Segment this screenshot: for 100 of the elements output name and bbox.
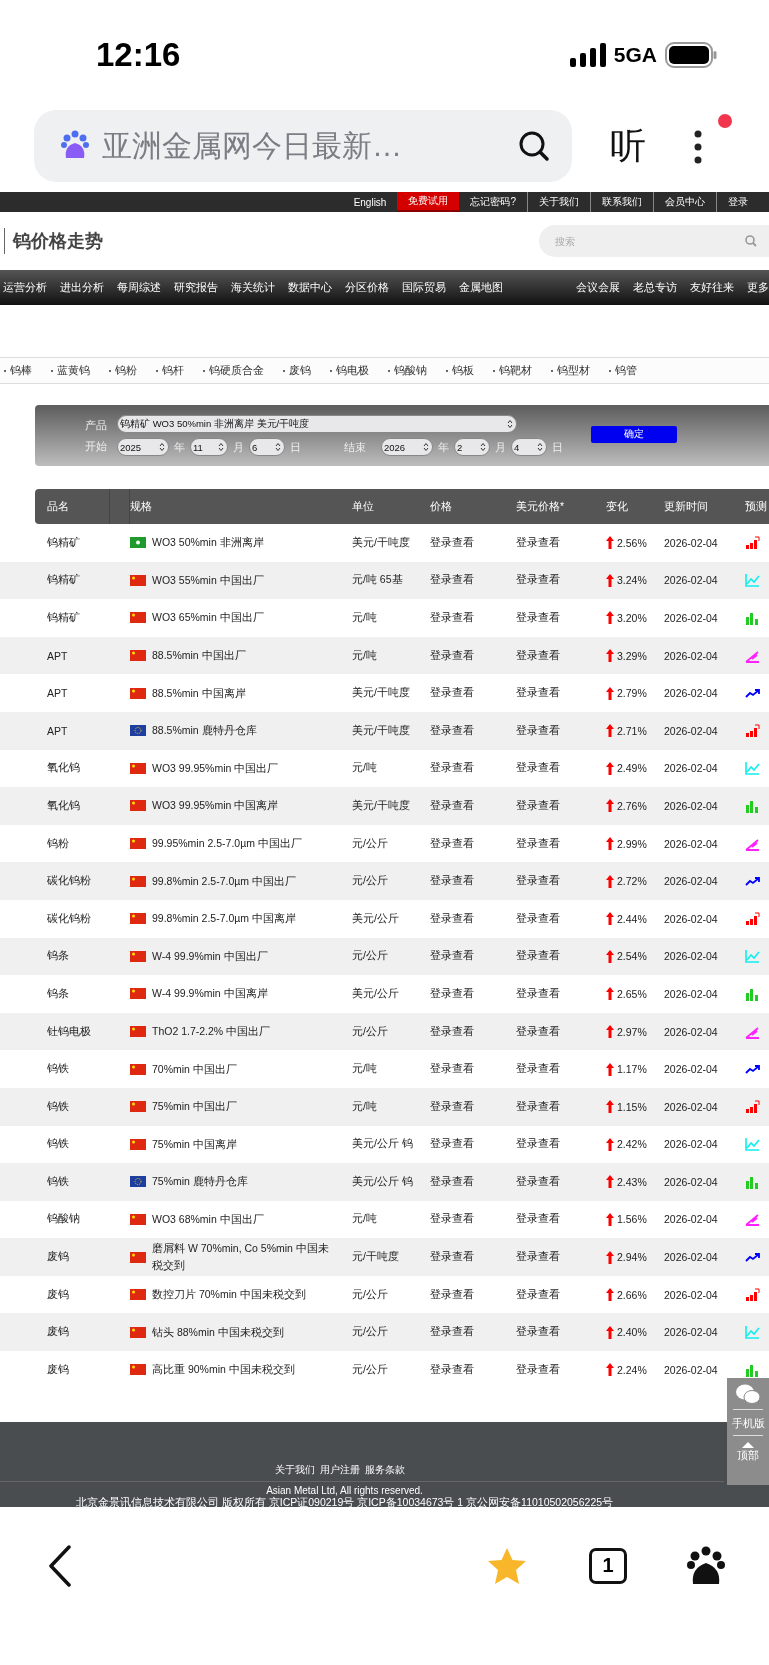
nav-link[interactable]: 友好往来 [690,280,734,295]
footer-link[interactable]: 用户注册 [319,1462,360,1477]
product-select[interactable]: 钨精矿 WO3 50%min 非洲离岸 美元/干吨度 [117,415,517,433]
category-link[interactable]: 钨管 [615,363,637,378]
ruler-icon[interactable] [745,1024,760,1039]
table-cell-text: 登录查看 [430,535,475,550]
table-cell: 2.49% [617,762,647,775]
up-arrow-icon [606,1137,614,1151]
footer-link[interactable]: 服务条款 [364,1462,405,1477]
nav-link[interactable]: 海关统计 [231,280,275,295]
nav-link[interactable]: 运营分析 [3,280,47,295]
top-link[interactable]: 会员中心 [654,192,717,212]
table-cell-text: 登录查看 [430,798,475,813]
category-link[interactable]: 钨型材 [557,363,590,378]
category-link[interactable]: 钨电极 [336,363,369,378]
nav-link[interactable]: 国际贸易 [402,280,446,295]
category-link[interactable]: 钨杆 [162,363,184,378]
table-cell-text: 登录查看 [430,1325,475,1340]
top-link[interactable]: English [342,192,398,212]
ruler-icon[interactable] [745,648,760,663]
date-select[interactable]: 4 [511,438,547,456]
up-caret-icon [742,1442,754,1448]
bar-chart-icon[interactable] [745,1362,760,1377]
up-arrow-icon [606,1100,614,1114]
table-cell-text: APT [46,724,69,737]
table-cell-text: 氧化钨 [46,798,81,813]
bar-chart-icon[interactable] [745,798,760,813]
ruler-icon[interactable] [745,1212,760,1227]
nav-link[interactable]: 金属地图 [459,280,503,295]
table-cell-text: 元/吨 [352,1062,378,1077]
table-cell-text: 数控刀片 70%min 中国未税交到 [152,1287,306,1303]
tabs-button[interactable]: 1 [589,1547,627,1584]
nav-link[interactable]: 更多 [747,280,769,295]
bar-chart-icon[interactable] [745,986,760,1001]
date-select[interactable]: 2 [454,438,490,456]
bar-chart-icon[interactable] [745,1287,760,1302]
column-header: 预测 [745,498,768,514]
table-cell-text: 70%min 中国出厂 [152,1061,237,1077]
top-link[interactable]: 联系我们 [591,192,654,212]
chat-icon[interactable] [735,1383,761,1405]
bar-chart-icon[interactable] [745,1174,760,1189]
nav-link[interactable]: 进出分析 [60,280,104,295]
copyright-text: Asian Metal Ltd, All rights reserved. [266,1484,423,1496]
table-cell-text: 登录查看 [430,723,475,738]
star-icon[interactable] [487,1546,527,1585]
category-link[interactable]: 钨棒 [10,363,32,378]
category-link[interactable]: 钨酸钠 [394,363,427,378]
top-link[interactable]: 关于我们 [528,192,591,212]
category-link[interactable]: 废钨 [289,363,311,378]
search-field[interactable]: 搜索 [539,225,769,257]
table-cell-text: 高比重 90%min 中国未税交到 [152,1362,295,1378]
table-cell-text: W-4 99.9%min 中国出厂 [152,948,268,964]
nav-link[interactable]: 老总专访 [633,280,677,295]
date-select[interactable]: 6 [249,438,285,456]
date-select[interactable]: 2026 [381,438,433,456]
category-link[interactable]: 钨硬质合金 [209,363,264,378]
nav-link[interactable]: 研究报告 [174,280,218,295]
table-cell-text: 元/吨 [352,648,378,663]
table-cell-text: APT [46,649,69,662]
table-cell-text: 登录查看 [430,874,475,889]
nav-link[interactable]: 分区价格 [345,280,389,295]
bar-chart-icon[interactable] [745,1099,760,1114]
footer-link[interactable]: 关于我们 [274,1462,315,1477]
table-cell-text: 2026-02-04 [664,837,719,850]
back-icon[interactable] [48,1544,72,1587]
category-link[interactable]: 钨靶材 [499,363,532,378]
table-cell-text: WO3 55%min 中国出厂 [152,572,264,588]
table-cell-text: 登录查看 [430,1137,475,1152]
table-cell-text: 2026-02-04 [664,762,719,775]
bar-chart-icon[interactable] [745,535,760,550]
date-select[interactable]: 2025 [117,438,169,456]
table-cell-text: 2026-02-04 [664,1100,719,1113]
up-arrow-icon [606,949,614,963]
table-cell-text: 登录查看 [430,573,475,588]
table-cell: 3.20% [617,612,647,624]
up-arrow-icon [606,912,614,926]
top-link[interactable]: 免费试用 [397,192,460,212]
category-link[interactable]: 钨板 [452,363,474,378]
page-title: 钨价格走势 [4,228,103,254]
table-cell-text: 元/公斤 [352,949,389,964]
nav-link[interactable]: 每周综述 [117,280,161,295]
nav-link[interactable]: 会议会展 [576,280,620,295]
search-icon[interactable] [518,130,550,162]
nav-link[interactable]: 数据中心 [288,280,332,295]
top-link[interactable]: 登录 [717,192,759,212]
column-header: 更新时间 [664,498,709,514]
bar-chart-icon[interactable] [745,723,760,738]
date-select[interactable]: 11 [190,438,228,456]
address-bar[interactable]: 亚洲金属网今日最新… [34,110,572,182]
category-link[interactable]: 钨粉 [115,363,137,378]
category-link[interactable]: 蓝黄钨 [57,363,90,378]
table-cell-text: 元/干吨度 [352,1250,400,1265]
ruler-icon[interactable] [745,836,760,851]
confirm-button[interactable]: 确定 [591,426,677,443]
bar-chart-icon[interactable] [745,611,760,625]
table-cell-text: 登录查看 [516,1212,561,1227]
top-link[interactable]: 忘记密码? [459,192,528,212]
bar-chart-icon[interactable] [745,911,760,926]
listen-button[interactable]: 听 [610,121,646,171]
paw-icon[interactable] [687,1545,725,1586]
